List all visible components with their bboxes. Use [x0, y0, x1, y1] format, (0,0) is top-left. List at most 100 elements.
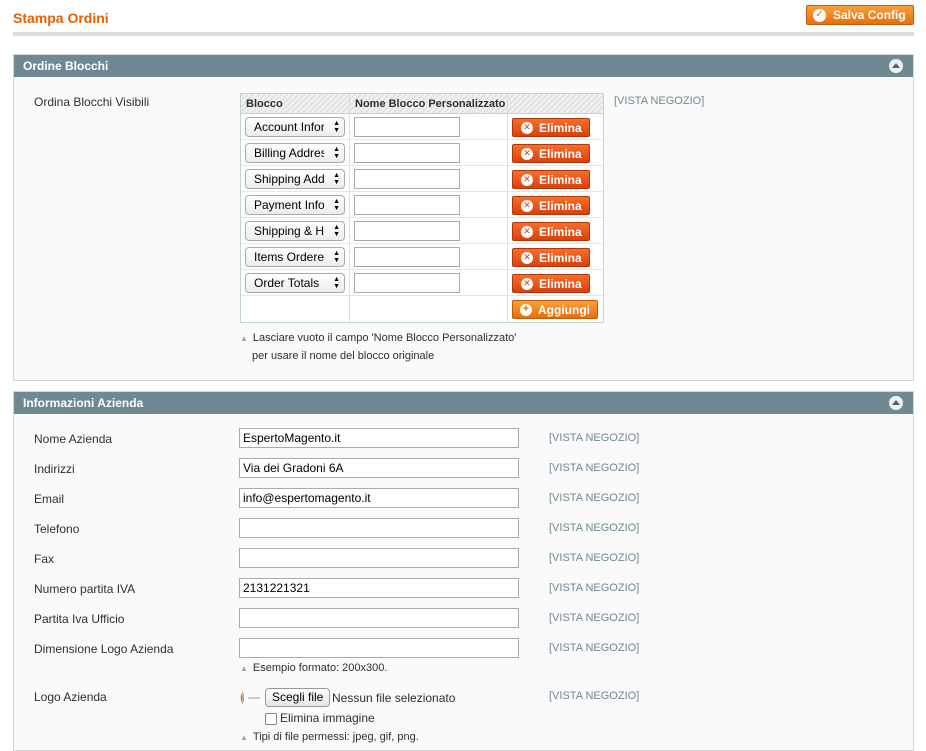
- scope-label: [VISTA NEGOZIO]: [549, 612, 640, 624]
- plus-icon: +: [520, 303, 532, 316]
- custom-name-input[interactable]: [354, 221, 460, 241]
- blocks-order-header[interactable]: Ordine Blocchi: [14, 55, 913, 77]
- select-arrows-icon: ▲ ▼: [333, 250, 340, 264]
- scope-label: [VISTA NEGOZIO]: [549, 462, 640, 474]
- fax-label: Fax: [34, 552, 55, 566]
- delete-icon: ✕: [521, 147, 533, 160]
- address-label: Indirizzi: [34, 462, 75, 476]
- page-title: Stampa Ordini: [13, 10, 109, 26]
- vat-office-label: Partita Iva Ufficio: [34, 612, 125, 626]
- select-arrows-icon: ▲ ▼: [333, 172, 340, 186]
- delete-block-button[interactable]: ✕ Elimina: [512, 196, 590, 215]
- allowed-types-note: ▲ Tipi di file permessi: jpeg, gif, png.: [240, 731, 419, 743]
- delete-block-button[interactable]: ✕ Elimina: [512, 248, 590, 267]
- blocks-scope-label: [VISTA NEGOZIO]: [614, 95, 705, 107]
- delete-icon: ✕: [521, 173, 533, 186]
- block-select[interactable]: Items Ordered ▲ ▼: [245, 247, 345, 267]
- block-select[interactable]: Payment Information▲▼: [245, 195, 345, 215]
- block-select[interactable]: Order Totals ▲ ▼: [245, 273, 345, 293]
- collapse-icon[interactable]: [889, 59, 903, 73]
- custom-name-input[interactable]: [354, 273, 460, 293]
- note-arrow-icon: ▲: [240, 733, 248, 742]
- add-block-button[interactable]: + Aggiungi: [512, 300, 598, 319]
- scope-label: [VISTA NEGOZIO]: [549, 582, 640, 594]
- save-config-button[interactable]: ✓ Salva Config: [806, 5, 914, 25]
- vat-number-label: Numero partita IVA: [34, 582, 136, 596]
- block-select[interactable]: Account Information▲▼: [245, 117, 345, 137]
- email-input[interactable]: [239, 488, 519, 508]
- grid-col-block: Blocco: [246, 98, 283, 110]
- delete-block-button[interactable]: ✕ Elimina: [512, 274, 590, 293]
- scope-label: [VISTA NEGOZIO]: [549, 690, 640, 702]
- delete-icon: ✕: [521, 225, 533, 238]
- no-file-label: Nessun file selezionato: [332, 691, 456, 705]
- custom-name-note: ▲ Lasciare vuoto il campo 'Nome Blocco Pe…: [240, 332, 517, 344]
- choose-file-button[interactable]: Scegli file: [265, 688, 331, 707]
- block-select[interactable]: Shipping & Handling▲▼: [245, 221, 345, 241]
- title-divider: [13, 32, 914, 36]
- scope-label: [VISTA NEGOZIO]: [549, 492, 640, 504]
- grid-footer-row: + Aggiungi: [241, 296, 603, 322]
- collapse-icon[interactable]: [889, 396, 903, 410]
- custom-name-input[interactable]: [354, 247, 460, 267]
- note-arrow-icon: ▲: [240, 664, 248, 673]
- delete-block-button[interactable]: ✕ Elimina: [512, 118, 590, 137]
- company-logo-label: Logo Azienda: [34, 690, 107, 704]
- block-select[interactable]: Shipping Address▲▼: [245, 169, 345, 189]
- scope-label: [VISTA NEGOZIO]: [549, 642, 640, 654]
- delete-icon: ✕: [521, 199, 533, 212]
- grid-col-custom-name: Nome Blocco Personalizzato: [355, 98, 506, 110]
- delete-block-button[interactable]: ✕ Elimina: [512, 222, 590, 241]
- company-info-section: Informazioni Azienda Nome Azienda [VISTA…: [13, 391, 914, 751]
- fax-input[interactable]: [239, 548, 519, 568]
- logo-thumbnail-icon: [240, 691, 260, 705]
- select-arrows-icon: ▲ ▼: [333, 224, 340, 238]
- table-row: Billing Address▲▼ ✕Elimina: [241, 140, 603, 166]
- vat-number-input[interactable]: [239, 578, 519, 598]
- custom-name-input[interactable]: [354, 143, 460, 163]
- scope-label: [VISTA NEGOZIO]: [549, 432, 640, 444]
- vat-office-input[interactable]: [239, 608, 519, 628]
- email-label: Email: [34, 492, 65, 506]
- logo-size-note: ▲ Esempio formato: 200x300.: [240, 662, 388, 674]
- delete-image-checkbox[interactable]: [265, 713, 277, 725]
- custom-name-input[interactable]: [354, 117, 460, 137]
- company-info-header[interactable]: Informazioni Azienda: [14, 392, 913, 414]
- phone-input[interactable]: [239, 518, 519, 538]
- company-name-input[interactable]: [239, 428, 519, 448]
- delete-block-button[interactable]: ✕ Elimina: [512, 170, 590, 189]
- table-row: Items Ordered ▲ ▼ ✕ Elimina: [241, 244, 603, 270]
- table-row: Shipping Address▲▼ ✕Elimina: [241, 166, 603, 192]
- table-row: Shipping & Handling▲▼ ✕Elimina: [241, 218, 603, 244]
- address-input[interactable]: [239, 458, 519, 478]
- delete-icon: ✕: [521, 121, 533, 134]
- custom-name-input[interactable]: [354, 169, 460, 189]
- grid-header: Blocco Nome Blocco Personalizzato: [241, 94, 603, 114]
- select-arrows-icon: ▲ ▼: [333, 198, 340, 212]
- scope-label: [VISTA NEGOZIO]: [549, 522, 640, 534]
- delete-image-label: Elimina immagine: [280, 711, 375, 725]
- company-name-label: Nome Azienda: [34, 432, 113, 446]
- delete-block-button[interactable]: ✕ Elimina: [512, 144, 590, 163]
- table-row: Payment Information▲▼ ✕Elimina: [241, 192, 603, 218]
- table-row: Account Information▲▼ ✕Elimina: [241, 114, 603, 140]
- visible-blocks-label: Ordina Blocchi Visibili: [34, 95, 150, 109]
- company-info-title: Informazioni Azienda: [23, 396, 144, 410]
- delete-icon: ✕: [521, 251, 533, 264]
- table-row: Order Totals ▲ ▼ ✕ Elimina: [241, 270, 603, 296]
- select-arrows-icon: ▲ ▼: [333, 276, 340, 290]
- save-config-label: Salva Config: [833, 8, 906, 22]
- note-arrow-icon: ▲: [240, 334, 248, 343]
- checkmark-icon: ✓: [813, 8, 826, 22]
- scope-label: [VISTA NEGOZIO]: [549, 552, 640, 564]
- custom-name-note-2: per usare il nome del blocco originale: [252, 350, 435, 362]
- logo-size-input[interactable]: [239, 638, 519, 658]
- blocks-order-title: Ordine Blocchi: [23, 59, 109, 73]
- block-select[interactable]: Billing Address▲▼: [245, 143, 345, 163]
- select-arrows-icon: ▲ ▼: [333, 146, 340, 160]
- custom-name-input[interactable]: [354, 195, 460, 215]
- blocks-grid: Blocco Nome Blocco Personalizzato Accoun…: [240, 93, 604, 323]
- blocks-order-section: Ordine Blocchi Ordina Blocchi Visibili […: [13, 54, 914, 381]
- logo-size-label: Dimensione Logo Azienda: [34, 642, 174, 656]
- select-arrows-icon: ▲ ▼: [333, 120, 340, 134]
